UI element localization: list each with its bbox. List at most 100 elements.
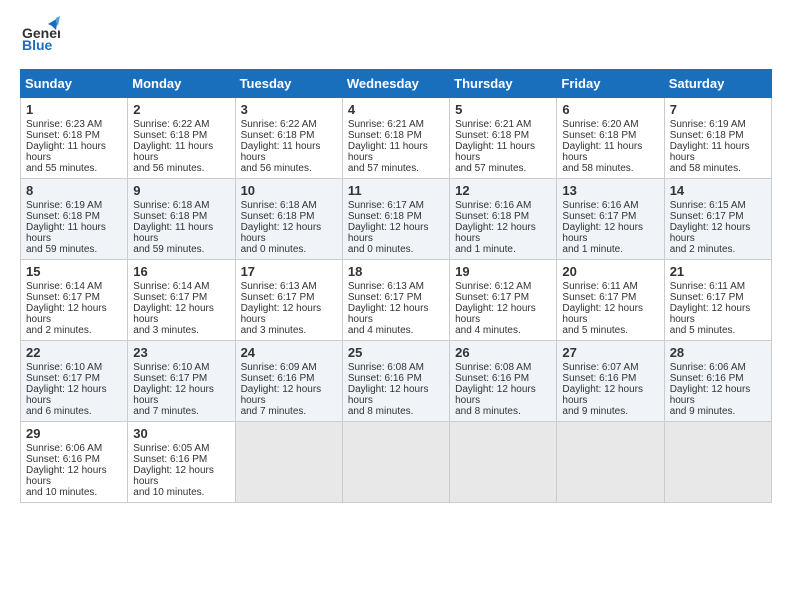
calendar-cell: 2 Sunrise: 6:22 AM Sunset: 6:18 PM Dayli… xyxy=(128,98,235,179)
sunrise-text: Sunrise: 6:16 AM xyxy=(455,200,531,211)
daylight-label: Daylight: 11 hours hours xyxy=(562,141,642,163)
daylight-label: Daylight: 12 hours hours xyxy=(133,303,214,325)
sunset-text: Sunset: 6:17 PM xyxy=(133,373,207,384)
sunrise-text: Sunrise: 6:16 AM xyxy=(562,200,638,211)
day-number: 26 xyxy=(455,345,551,360)
calendar-cell xyxy=(235,422,342,503)
calendar-cell: 30 Sunrise: 6:05 AM Sunset: 6:16 PM Dayl… xyxy=(128,422,235,503)
sunset-text: Sunset: 6:18 PM xyxy=(241,130,315,141)
day-number: 19 xyxy=(455,264,551,279)
sunrise-text: Sunrise: 6:17 AM xyxy=(348,200,424,211)
daylight-label: Daylight: 12 hours hours xyxy=(133,465,214,487)
page-header: General Blue xyxy=(20,16,772,61)
daylight-and: and 59 minutes. xyxy=(26,244,97,255)
calendar-cell xyxy=(450,422,557,503)
sunset-text: Sunset: 6:17 PM xyxy=(348,292,422,303)
calendar-cell: 15 Sunrise: 6:14 AM Sunset: 6:17 PM Dayl… xyxy=(21,260,128,341)
day-number: 15 xyxy=(26,264,122,279)
sunset-text: Sunset: 6:17 PM xyxy=(670,292,744,303)
sunset-text: Sunset: 6:17 PM xyxy=(562,292,636,303)
calendar-cell: 9 Sunrise: 6:18 AM Sunset: 6:18 PM Dayli… xyxy=(128,179,235,260)
svg-text:Blue: Blue xyxy=(22,37,53,53)
calendar-cell: 27 Sunrise: 6:07 AM Sunset: 6:16 PM Dayl… xyxy=(557,341,664,422)
daylight-label: Daylight: 12 hours hours xyxy=(670,303,751,325)
sunrise-text: Sunrise: 6:06 AM xyxy=(670,362,746,373)
calendar-cell xyxy=(557,422,664,503)
sunset-text: Sunset: 6:16 PM xyxy=(133,454,207,465)
calendar-cell: 8 Sunrise: 6:19 AM Sunset: 6:18 PM Dayli… xyxy=(21,179,128,260)
calendar-cell: 6 Sunrise: 6:20 AM Sunset: 6:18 PM Dayli… xyxy=(557,98,664,179)
daylight-and: and 10 minutes. xyxy=(26,487,97,498)
daylight-and: and 1 minute. xyxy=(562,244,623,255)
calendar-cell: 28 Sunrise: 6:06 AM Sunset: 6:16 PM Dayl… xyxy=(664,341,771,422)
day-number: 21 xyxy=(670,264,766,279)
sunset-text: Sunset: 6:16 PM xyxy=(562,373,636,384)
daylight-and: and 6 minutes. xyxy=(26,406,92,417)
calendar-day-header: Thursday xyxy=(450,70,557,98)
calendar-cell xyxy=(664,422,771,503)
daylight-label: Daylight: 12 hours hours xyxy=(348,384,429,406)
calendar-week-row: 29 Sunrise: 6:06 AM Sunset: 6:16 PM Dayl… xyxy=(21,422,772,503)
daylight-and: and 0 minutes. xyxy=(241,244,307,255)
sunset-text: Sunset: 6:18 PM xyxy=(26,211,100,222)
calendar-day-header: Sunday xyxy=(21,70,128,98)
sunset-text: Sunset: 6:17 PM xyxy=(670,211,744,222)
calendar-week-row: 22 Sunrise: 6:10 AM Sunset: 6:17 PM Dayl… xyxy=(21,341,772,422)
sunrise-text: Sunrise: 6:11 AM xyxy=(562,281,637,292)
daylight-and: and 7 minutes. xyxy=(133,406,199,417)
sunset-text: Sunset: 6:16 PM xyxy=(241,373,315,384)
daylight-and: and 57 minutes. xyxy=(348,163,419,174)
calendar-table: SundayMondayTuesdayWednesdayThursdayFrid… xyxy=(20,69,772,503)
day-number: 23 xyxy=(133,345,229,360)
sunrise-text: Sunrise: 6:15 AM xyxy=(670,200,746,211)
day-number: 22 xyxy=(26,345,122,360)
day-number: 24 xyxy=(241,345,337,360)
daylight-and: and 8 minutes. xyxy=(455,406,521,417)
calendar-cell: 10 Sunrise: 6:18 AM Sunset: 6:18 PM Dayl… xyxy=(235,179,342,260)
daylight-and: and 4 minutes. xyxy=(455,325,521,336)
daylight-and: and 58 minutes. xyxy=(562,163,633,174)
sunset-text: Sunset: 6:17 PM xyxy=(133,292,207,303)
sunrise-text: Sunrise: 6:22 AM xyxy=(241,119,317,130)
calendar-cell: 19 Sunrise: 6:12 AM Sunset: 6:17 PM Dayl… xyxy=(450,260,557,341)
sunset-text: Sunset: 6:16 PM xyxy=(348,373,422,384)
day-number: 7 xyxy=(670,102,766,117)
calendar-week-row: 8 Sunrise: 6:19 AM Sunset: 6:18 PM Dayli… xyxy=(21,179,772,260)
sunset-text: Sunset: 6:16 PM xyxy=(455,373,529,384)
daylight-and: and 8 minutes. xyxy=(348,406,414,417)
sunrise-text: Sunrise: 6:21 AM xyxy=(455,119,531,130)
sunset-text: Sunset: 6:17 PM xyxy=(455,292,529,303)
sunset-text: Sunset: 6:16 PM xyxy=(670,373,744,384)
calendar-day-header: Monday xyxy=(128,70,235,98)
sunrise-text: Sunrise: 6:19 AM xyxy=(26,200,102,211)
sunset-text: Sunset: 6:18 PM xyxy=(348,130,422,141)
calendar-cell: 23 Sunrise: 6:10 AM Sunset: 6:17 PM Dayl… xyxy=(128,341,235,422)
daylight-and: and 9 minutes. xyxy=(562,406,628,417)
daylight-label: Daylight: 11 hours hours xyxy=(133,222,213,244)
logo: General Blue xyxy=(20,16,60,61)
sunset-text: Sunset: 6:18 PM xyxy=(133,211,207,222)
daylight-label: Daylight: 12 hours hours xyxy=(26,384,107,406)
sunrise-text: Sunrise: 6:23 AM xyxy=(26,119,102,130)
day-number: 2 xyxy=(133,102,229,117)
daylight-and: and 0 minutes. xyxy=(348,244,414,255)
sunrise-text: Sunrise: 6:20 AM xyxy=(562,119,638,130)
sunrise-text: Sunrise: 6:11 AM xyxy=(670,281,745,292)
daylight-label: Daylight: 12 hours hours xyxy=(241,303,322,325)
sunrise-text: Sunrise: 6:22 AM xyxy=(133,119,209,130)
daylight-and: and 10 minutes. xyxy=(133,487,204,498)
sunrise-text: Sunrise: 6:13 AM xyxy=(241,281,317,292)
day-number: 20 xyxy=(562,264,658,279)
daylight-and: and 3 minutes. xyxy=(133,325,199,336)
sunset-text: Sunset: 6:18 PM xyxy=(562,130,636,141)
daylight-and: and 2 minutes. xyxy=(670,244,736,255)
calendar-day-header: Saturday xyxy=(664,70,771,98)
calendar-day-header: Friday xyxy=(557,70,664,98)
sunset-text: Sunset: 6:17 PM xyxy=(26,373,100,384)
day-number: 1 xyxy=(26,102,122,117)
sunrise-text: Sunrise: 6:14 AM xyxy=(133,281,209,292)
daylight-and: and 55 minutes. xyxy=(26,163,97,174)
sunrise-text: Sunrise: 6:13 AM xyxy=(348,281,424,292)
calendar-day-header: Tuesday xyxy=(235,70,342,98)
daylight-and: and 56 minutes. xyxy=(241,163,312,174)
